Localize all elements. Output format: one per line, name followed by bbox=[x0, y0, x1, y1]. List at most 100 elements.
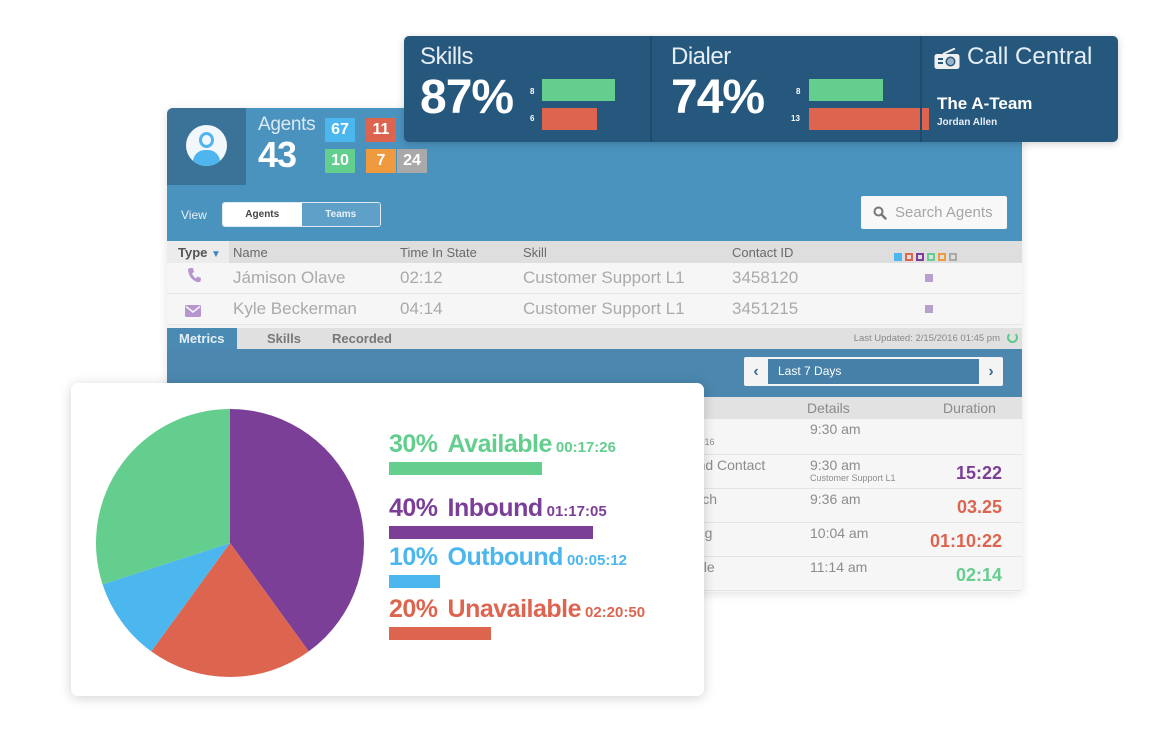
search-icon bbox=[873, 206, 887, 220]
agent-table: Type ▼ Name Time In State Skill Contact … bbox=[167, 241, 1022, 325]
metric-time: 9:36 am bbox=[810, 491, 861, 507]
column-details[interactable]: Details bbox=[807, 400, 850, 416]
legend-percent: 10% bbox=[389, 543, 438, 571]
metric-duration: 02:14 bbox=[955, 565, 1002, 585]
agent-table-header: Type ▼ Name Time In State Skill Contact … bbox=[167, 241, 1022, 263]
legend-duration: 00:17:26 bbox=[555, 439, 616, 456]
badge-available[interactable]: 67 bbox=[325, 118, 355, 142]
legend-bar bbox=[389, 462, 542, 475]
table-row[interactable]: Kyle Beckerman 04:14 Customer Support L1… bbox=[167, 294, 1022, 325]
agent-skill: Customer Support L1 bbox=[523, 268, 685, 287]
tab-metrics[interactable]: Metrics bbox=[167, 328, 237, 349]
state-legend bbox=[894, 248, 960, 263]
badge-green[interactable]: 10 bbox=[325, 149, 355, 173]
legend-item-unavailable[interactable]: 20% Unavailable 02:20:50 bbox=[389, 595, 645, 640]
metric-duration: 15:22 bbox=[955, 463, 1002, 483]
search-agents-input[interactable]: Search Agents bbox=[861, 196, 1007, 229]
tab-skills[interactable]: Skills bbox=[267, 328, 301, 349]
refresh-icon[interactable] bbox=[1007, 332, 1018, 343]
agent-time-in-state: 04:14 bbox=[400, 299, 443, 318]
metric-duration: 03.25 bbox=[956, 497, 1002, 517]
state-marker bbox=[925, 305, 933, 313]
state-legend-square bbox=[894, 252, 902, 261]
call-central-block[interactable]: Call Central The A-Team Jordan Allen bbox=[922, 36, 1118, 142]
badge-gray[interactable]: 24 bbox=[397, 149, 427, 173]
metric-time-sub: Customer Support L1 bbox=[810, 473, 896, 483]
skills-bar-bottom bbox=[542, 108, 597, 130]
radio-icon bbox=[934, 48, 960, 69]
column-duration[interactable]: Duration bbox=[943, 400, 996, 416]
column-type[interactable]: Type ▼ bbox=[178, 245, 221, 260]
date-range-label[interactable]: Last 7 Days bbox=[768, 359, 979, 384]
agents-label: Agents bbox=[258, 114, 316, 135]
badge-unavailable[interactable]: 11 bbox=[366, 118, 396, 142]
last-updated: Last Updated: 2/15/2016 01:45 pm bbox=[853, 333, 1000, 344]
state-marker bbox=[925, 274, 933, 282]
state-legend-square bbox=[949, 252, 957, 261]
dialer-percent: 74% bbox=[671, 71, 765, 124]
state-legend-square bbox=[905, 252, 913, 261]
skills-bottom-value: 6 bbox=[530, 114, 535, 123]
dialer-title: Dialer bbox=[671, 43, 731, 70]
legend-label: Inbound bbox=[447, 494, 544, 522]
state-legend-square bbox=[938, 252, 946, 261]
legend-percent: 40% bbox=[389, 494, 438, 522]
chevron-right-icon[interactable]: › bbox=[979, 363, 1003, 381]
sort-down-icon: ▼ bbox=[211, 249, 221, 260]
user-avatar-icon bbox=[186, 125, 227, 166]
agent-name: Jámison Olave bbox=[233, 268, 346, 287]
metric-time: 10:04 am bbox=[810, 525, 869, 541]
view-toggle: Agents Teams bbox=[222, 202, 381, 227]
agent-time-in-state: 02:12 bbox=[400, 268, 443, 287]
search-placeholder: Search Agents bbox=[895, 204, 993, 221]
skills-bar-top bbox=[542, 79, 616, 101]
column-skill[interactable]: Skill bbox=[523, 245, 547, 260]
agents-count: 43 bbox=[258, 134, 297, 175]
column-name[interactable]: Name bbox=[233, 245, 268, 260]
phone-icon bbox=[187, 267, 201, 288]
stats-bar: Skills 87% 8 6 Dialer 74% 8 13 Call Cent… bbox=[404, 36, 1118, 142]
time-distribution-card: 30% Available 00:17:26 40% Inbound 01:17:05 10… bbox=[71, 383, 704, 696]
skills-title: Skills bbox=[420, 43, 474, 70]
skills-percent: 87% bbox=[420, 71, 514, 124]
state-legend-square bbox=[916, 252, 924, 261]
badge-orange[interactable]: 7 bbox=[366, 149, 396, 173]
legend-item-outbound[interactable]: 10% Outbound 00:05:12 bbox=[389, 543, 627, 588]
legend-duration: 02:20:50 bbox=[585, 604, 646, 621]
skills-stat[interactable]: Skills 87% 8 6 bbox=[404, 36, 648, 142]
legend-bar bbox=[389, 575, 440, 588]
metric-time: 11:14 am bbox=[810, 559, 868, 575]
pie-chart bbox=[95, 409, 365, 677]
agent-contact-id: 3451215 bbox=[732, 299, 799, 318]
skills-top-value: 8 bbox=[530, 87, 535, 96]
dialer-bottom-value: 13 bbox=[791, 114, 800, 123]
agent-name: Kyle Beckerman bbox=[233, 299, 357, 318]
legend-duration: 00:05:12 bbox=[566, 552, 627, 569]
legend-label: Available bbox=[447, 430, 553, 458]
envelope-icon bbox=[185, 302, 201, 322]
legend-label: Unavailable bbox=[447, 595, 582, 623]
table-row[interactable]: Jámison Olave 02:12 Customer Support L1 … bbox=[167, 263, 1022, 294]
legend-item-available[interactable]: 30% Available 00:17:26 bbox=[389, 430, 616, 475]
legend-label: Outbound bbox=[447, 543, 564, 571]
column-contact-id[interactable]: Contact ID bbox=[732, 245, 793, 260]
view-teams-button[interactable]: Teams bbox=[301, 203, 380, 226]
legend-percent: 30% bbox=[389, 430, 438, 458]
chevron-left-icon[interactable]: ‹ bbox=[744, 363, 768, 381]
dialer-bar-bottom bbox=[809, 108, 929, 130]
legend-item-inbound[interactable]: 40% Inbound 01:17:05 bbox=[389, 494, 607, 539]
tab-recorded[interactable]: Recorded bbox=[332, 328, 392, 349]
metric-time: 9:30 am bbox=[810, 457, 861, 473]
agent-contact-id: 3458120 bbox=[732, 268, 799, 287]
metric-duration: 01:10:22 bbox=[929, 531, 1002, 551]
column-time-in-state[interactable]: Time In State bbox=[400, 245, 477, 260]
avatar-box bbox=[167, 108, 246, 185]
tab-bar: Metrics Skills Recorded Last Updated: 2/… bbox=[167, 328, 1022, 349]
legend-duration: 01:17:05 bbox=[546, 503, 607, 520]
team-user: Jordan Allen bbox=[937, 117, 998, 128]
dialer-bar-top bbox=[809, 79, 883, 101]
view-agents-button[interactable]: Agents bbox=[223, 203, 302, 226]
dialer-stat[interactable]: Dialer 74% 8 13 bbox=[652, 36, 929, 142]
legend-bar bbox=[389, 627, 491, 640]
view-label: View bbox=[181, 208, 207, 222]
